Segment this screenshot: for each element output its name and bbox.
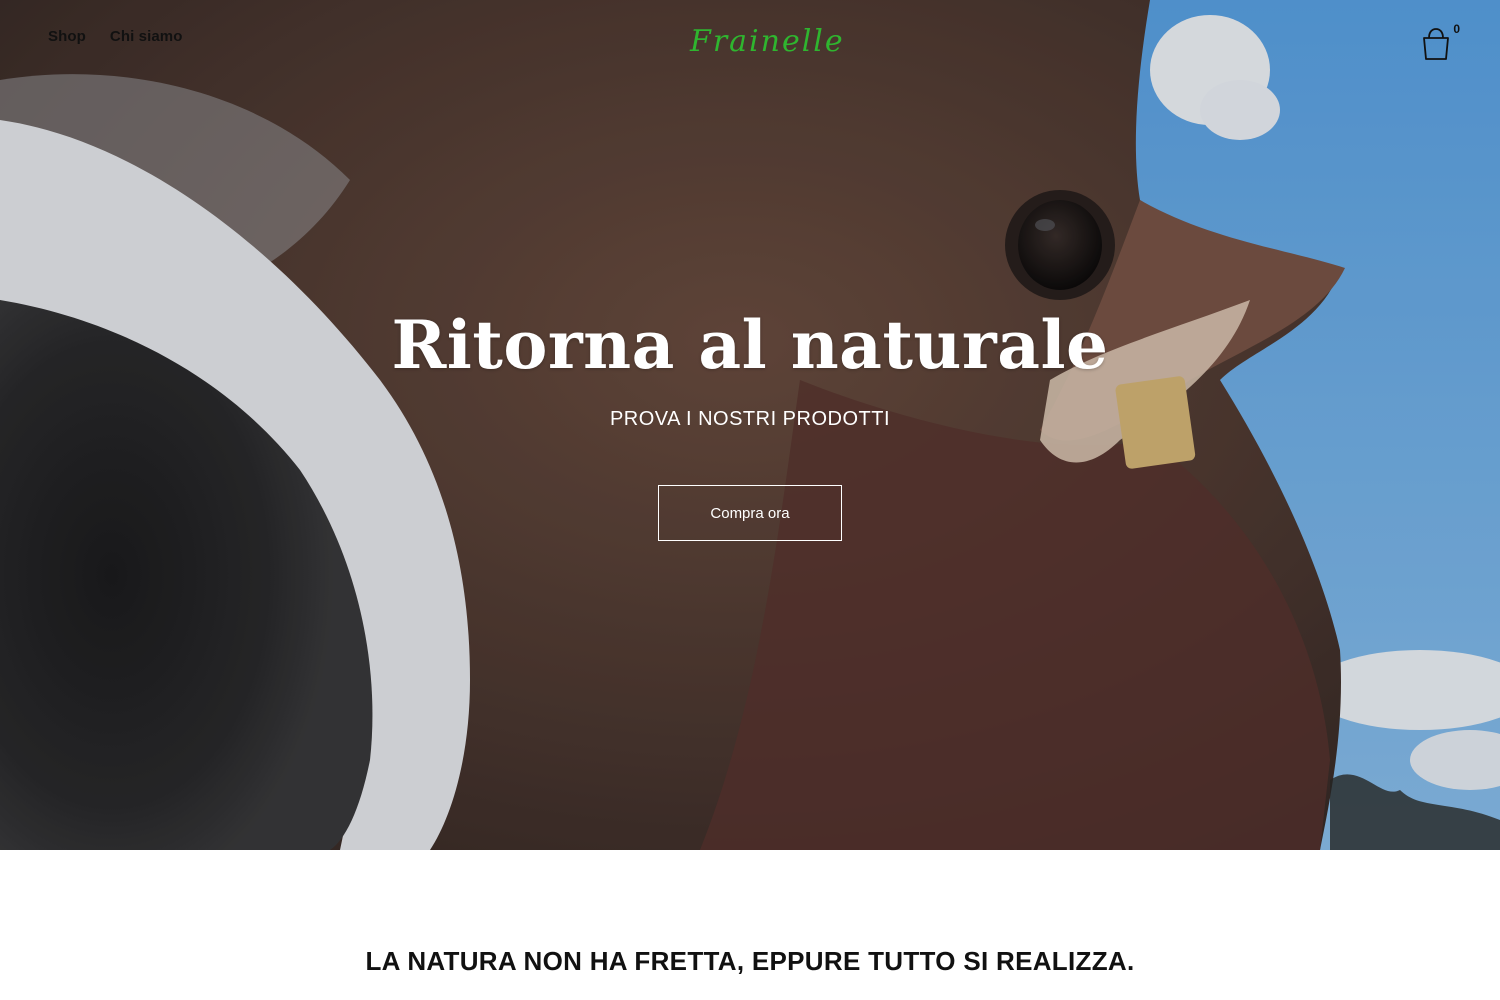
nav-shop-link[interactable]: Shop [48, 28, 86, 45]
shopping-bag-icon [1423, 28, 1449, 60]
hero-subtitle: PROVA I NOSTRI PRODOTTI [609, 408, 891, 430]
shop-now-button[interactable]: Compra ora [658, 485, 842, 541]
main-nav: Shop Chi siamo [48, 28, 183, 45]
quote-heading: LA NATURA NON HA FRETTA, EPPURE TUTTO SI… [365, 946, 1135, 976]
nav-chi-siamo-link[interactable]: Chi siamo [110, 28, 183, 45]
hero-section: Shop Chi siamo Frainelle 0 Ritorna al na… [0, 0, 1500, 850]
logo-text: Frainelle [690, 24, 845, 59]
cart-count-badge: 0 [1453, 22, 1460, 36]
shop-now-label: Compra ora [710, 504, 790, 522]
cart-button[interactable]: 0 [1420, 22, 1460, 62]
site-logo[interactable]: Frainelle [690, 22, 843, 62]
hero-title: Ritorna al naturale [391, 306, 1109, 384]
